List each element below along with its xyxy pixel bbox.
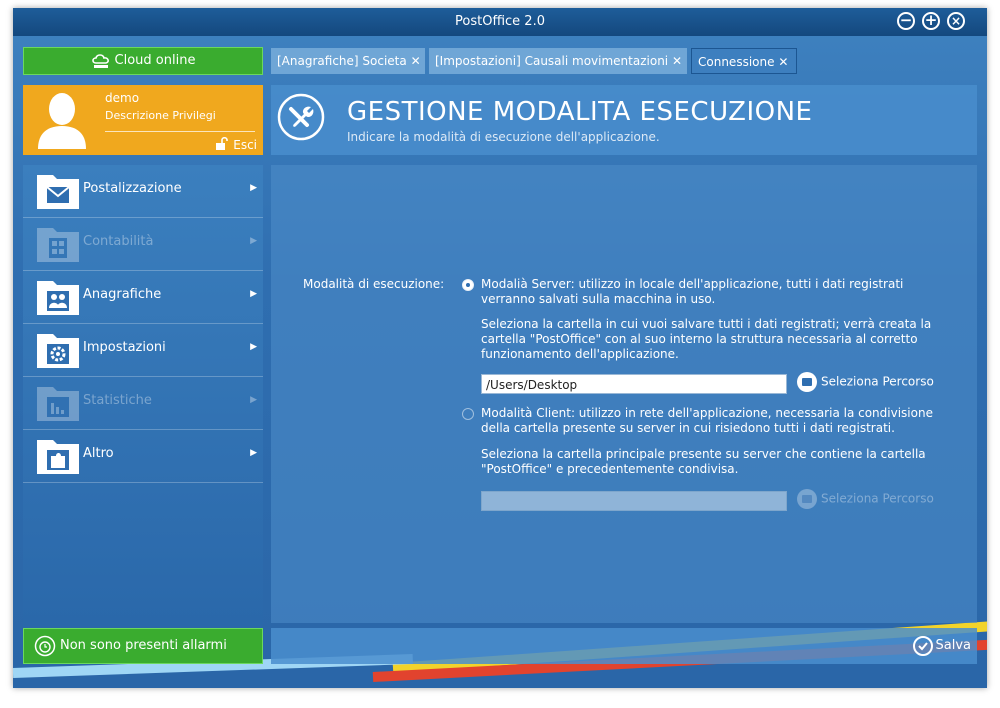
tab-label: [Impostazioni] Causali movimentazioni xyxy=(435,54,669,68)
save-label: Salva xyxy=(935,638,972,653)
sidebar-item-label: Contabilità xyxy=(83,234,154,249)
close-icon[interactable]: × xyxy=(947,12,965,30)
footer-bar: Salva xyxy=(271,628,977,664)
avatar xyxy=(38,93,86,149)
folder-icon xyxy=(797,372,817,392)
bar-chart-icon xyxy=(37,387,79,421)
server-mode-description: Modalià Server: utilizzo in locale dell'… xyxy=(481,277,951,307)
chevron-right-icon: ▶ xyxy=(250,342,257,352)
settings-panel: Modalità di esecuzione: Modalià Server: … xyxy=(271,165,977,623)
tab-close-icon[interactable]: ✕ xyxy=(672,54,682,68)
server-browse-button[interactable]: Seleziona Percorso xyxy=(797,372,934,392)
browse-label: Seleziona Percorso xyxy=(821,374,934,389)
client-mode-line1: Modalità Client: utilizzo in rete dell'a… xyxy=(481,406,933,420)
server-path-field[interactable]: /Users/Desktop xyxy=(481,374,787,394)
sidebar-item-label: Altro xyxy=(83,446,114,461)
chevron-right-icon: ▶ xyxy=(250,448,257,458)
folder-icon xyxy=(797,489,817,509)
sidebar-item-label: Anagrafiche xyxy=(83,287,162,302)
sidebar-item-altro[interactable]: Altro ▶ xyxy=(23,430,263,483)
client-mode-description: Modalità Client: utilizzo in rete dell'a… xyxy=(481,406,951,436)
chevron-right-icon: ▶ xyxy=(250,236,257,246)
calculator-icon xyxy=(37,228,79,262)
cloud-icon xyxy=(91,53,109,68)
minimize-icon[interactable]: − xyxy=(897,12,915,30)
user-panel: demo Descrizione Privilegi Esci xyxy=(23,85,263,155)
cloud-status-button[interactable]: Cloud online xyxy=(23,47,263,75)
sidebar-item-anagrafiche[interactable]: Anagrafiche ▶ xyxy=(23,271,263,324)
server-help-text: Seleziona la cartella in cui vuoi salvar… xyxy=(481,317,932,361)
sidebar-item-label: Postalizzazione xyxy=(83,181,182,196)
server-mode-radio[interactable] xyxy=(462,279,474,291)
tab-close-icon[interactable]: ✕ xyxy=(411,54,421,68)
client-mode-radio[interactable] xyxy=(462,408,474,420)
app-window: PostOffice 2.0 − + × Cloud online demo D… xyxy=(13,8,987,688)
radio-selected-dot xyxy=(466,283,470,287)
browse-label: Seleziona Percorso xyxy=(821,491,934,506)
client-mode-line2: della cartella presente su server in cui… xyxy=(481,421,895,435)
chevron-right-icon: ▶ xyxy=(250,395,257,405)
server-mode-line1: Modalià Server: utilizzo in locale dell'… xyxy=(481,277,904,291)
alarm-status[interactable]: Non sono presenti allarmi xyxy=(23,628,263,664)
sidebar-item-label: Impostazioni xyxy=(83,340,166,355)
server-mode-line2: verranno salvati sulla macchina in uso. xyxy=(481,292,716,306)
sidebar-item-contabilita: Contabilità ▶ xyxy=(23,218,263,271)
tab-label: [Anagrafiche] Societa xyxy=(277,54,407,68)
sidebar-item-impostazioni[interactable]: Impostazioni ▶ xyxy=(23,324,263,377)
tab-impostazioni-causali[interactable]: [Impostazioni] Causali movimentazioni ✕ xyxy=(429,48,687,74)
window-title: PostOffice 2.0 xyxy=(455,14,545,29)
checkmark-icon xyxy=(912,635,933,656)
alarm-label: Non sono presenti allarmi xyxy=(60,638,227,653)
tab-connessione[interactable]: Connessione ✕ xyxy=(691,48,797,74)
chevron-right-icon: ▶ xyxy=(250,183,257,193)
alarm-clock-icon xyxy=(34,635,56,656)
sidebar-item-statistiche: Statistiche ▶ xyxy=(23,377,263,430)
cloud-status-label: Cloud online xyxy=(114,53,196,68)
tab-label: Connessione xyxy=(698,55,775,69)
logout-label: Esci xyxy=(233,138,257,152)
unlock-icon xyxy=(216,136,229,150)
execution-mode-label: Modalità di esecuzione: xyxy=(303,277,445,291)
users-icon xyxy=(37,281,79,315)
page-header: GESTIONE MODALITA ESECUZIONE Indicare la… xyxy=(271,85,977,155)
puzzle-icon xyxy=(37,440,79,474)
gear-icon xyxy=(37,334,79,368)
logout-button[interactable]: Esci xyxy=(215,136,257,152)
wrench-screwdriver-icon xyxy=(277,93,325,141)
sidebar-item-postalizzazione[interactable]: Postalizzazione ▶ xyxy=(23,165,263,218)
maximize-icon[interactable]: + xyxy=(922,12,940,30)
page-subtitle: Indicare la modalità di esecuzione dell'… xyxy=(347,130,660,144)
chevron-right-icon: ▶ xyxy=(250,289,257,299)
tab-anagrafiche-societa[interactable]: [Anagrafiche] Societa ✕ xyxy=(271,48,425,74)
client-help-text: Seleziona la cartella principale present… xyxy=(481,447,926,476)
page-title: GESTIONE MODALITA ESECUZIONE xyxy=(347,97,813,127)
divider xyxy=(105,131,255,132)
title-bar: PostOffice 2.0 − + × xyxy=(13,8,987,36)
envelope-icon xyxy=(37,175,79,209)
user-name: demo xyxy=(105,91,140,105)
user-privileges: Descrizione Privilegi xyxy=(105,109,216,122)
save-button[interactable]: Salva xyxy=(912,635,972,657)
client-path-field xyxy=(481,491,787,511)
sidebar-item-label: Statistiche xyxy=(83,393,152,408)
sidebar-menu: Postalizzazione ▶ Contabilità ▶ Anagrafi… xyxy=(23,165,263,627)
client-browse-button: Seleziona Percorso xyxy=(797,489,934,509)
tab-close-icon[interactable]: ✕ xyxy=(778,55,788,69)
